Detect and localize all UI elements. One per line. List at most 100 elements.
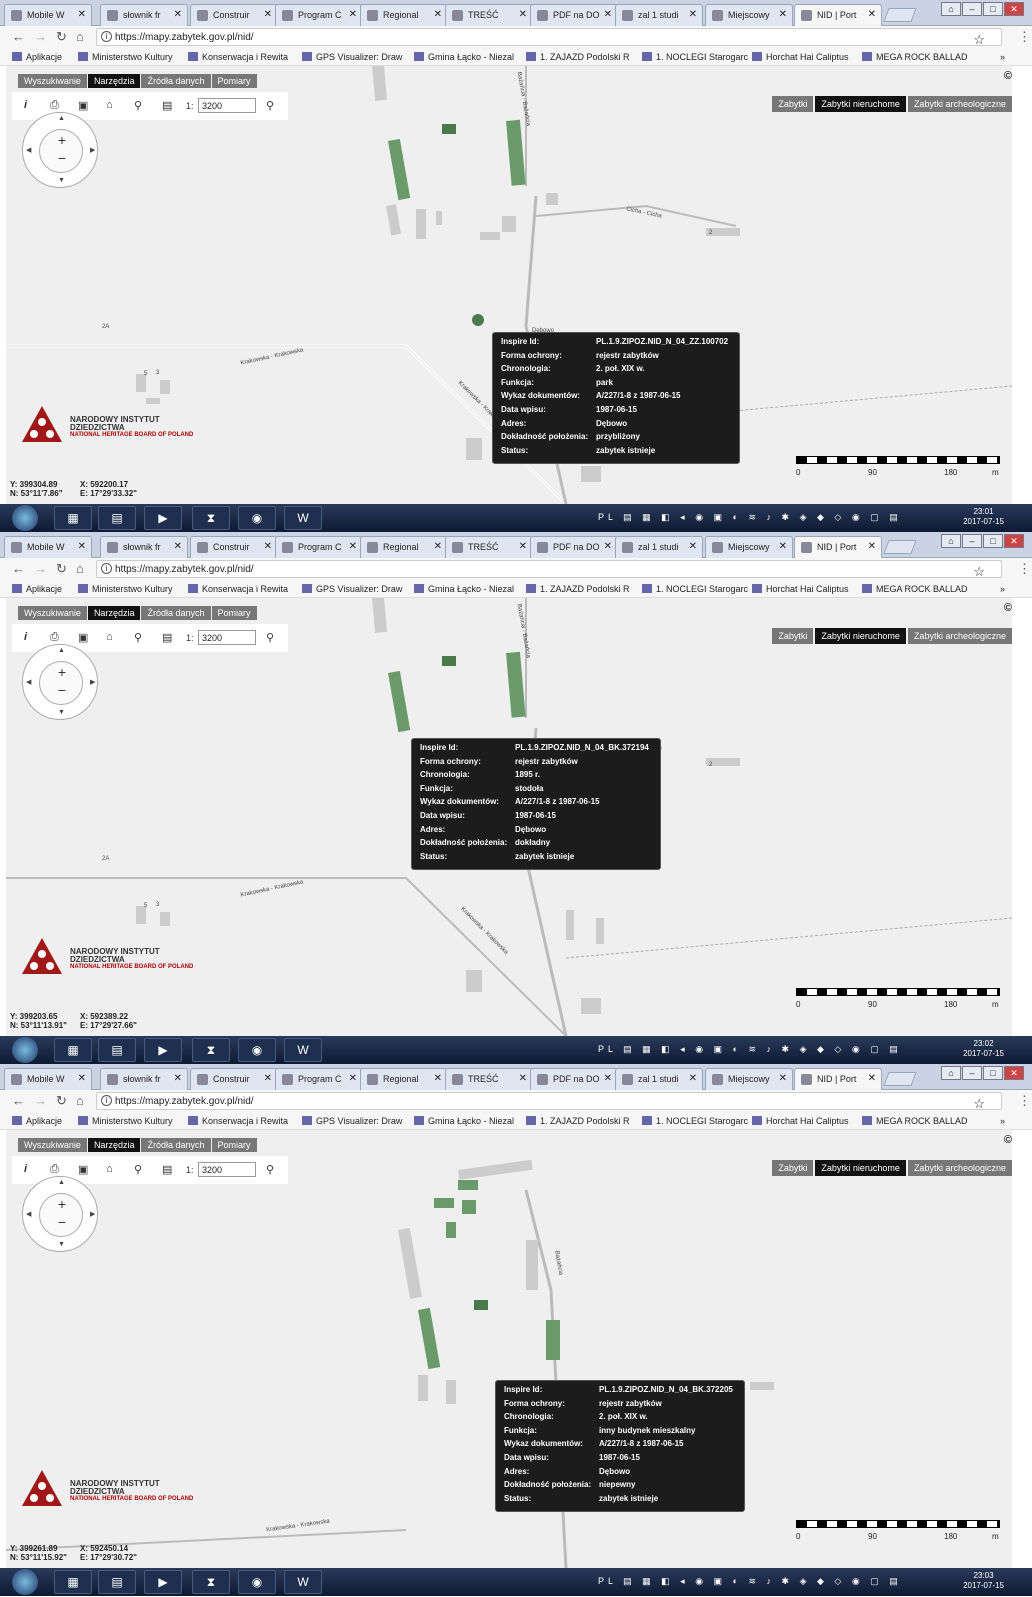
bookmark-item[interactable]: 1. ZAJAZD Podolski R	[526, 1116, 630, 1126]
back-icon[interactable]: ←	[12, 561, 25, 576]
browser-tab[interactable]: Mobile W ✕	[4, 1068, 92, 1090]
back-icon[interactable]: ←	[12, 29, 25, 44]
taskbar-app-icon[interactable]: ▤	[98, 1038, 136, 1062]
new-tab-button[interactable]	[883, 8, 917, 22]
close-window-icon[interactable]: ✕	[1004, 1066, 1024, 1080]
bookmark-item[interactable]: Aplikacje	[12, 52, 62, 62]
taskbar-app-icon[interactable]: ⧗	[192, 1038, 230, 1062]
chrome-icon[interactable]: ◉	[238, 1570, 276, 1594]
map-tab[interactable]: Narzędzia	[87, 74, 141, 88]
close-tab-icon[interactable]: ✕	[779, 9, 787, 20]
chrome-icon[interactable]: ◉	[238, 506, 276, 530]
home-extent-icon[interactable]: ⌂	[106, 99, 113, 111]
pan-right-icon[interactable]: ▶	[90, 1210, 95, 1218]
browser-tab[interactable]: NID | Port ✕	[794, 1068, 882, 1091]
pan-left-icon[interactable]: ◀	[26, 678, 31, 686]
print-icon[interactable]: ⎙	[50, 1163, 59, 1176]
more-bookmarks[interactable]: »	[1000, 584, 1005, 594]
save-icon[interactable]: ▣	[78, 1163, 88, 1176]
bookmark-item[interactable]: MEGA ROCK BALLAD	[862, 584, 968, 594]
bookmark-item[interactable]: 1. ZAJAZD Podolski R	[526, 584, 630, 594]
map-tab[interactable]: Źródła danych	[141, 1138, 211, 1152]
zoom-out-icon[interactable]: −	[40, 682, 84, 698]
info-icon[interactable]: i	[101, 1095, 112, 1106]
info-icon[interactable]: i	[101, 563, 112, 574]
close-tab-icon[interactable]: ✕	[434, 1073, 442, 1084]
browser-tab[interactable]: zal 1 studi ✕	[615, 4, 703, 26]
browser-tab[interactable]: Miejscowy ✕	[705, 536, 793, 558]
close-tab-icon[interactable]: ✕	[434, 9, 442, 20]
browser-tab[interactable]: PDF na DO ✕	[530, 1068, 618, 1090]
map-tab[interactable]: Wyszukiwanie	[18, 74, 87, 88]
layer-toggle[interactable]: Zabytki nieruchome	[815, 628, 906, 644]
browser-tab[interactable]: Program C ✕	[275, 1068, 363, 1090]
bookmark-item[interactable]: 1. NOCLEGI Starogarc	[642, 584, 748, 594]
reload-icon[interactable]: ↻	[56, 29, 67, 45]
map-tab[interactable]: Wyszukiwanie	[18, 1138, 87, 1152]
taskbar-app-icon[interactable]: ⧗	[192, 1570, 230, 1594]
forward-icon[interactable]: →	[34, 1093, 47, 1108]
home-icon[interactable]: ⌂	[76, 561, 84, 576]
layer-toggle[interactable]: Zabytki	[772, 96, 814, 112]
close-tab-icon[interactable]: ✕	[519, 9, 527, 20]
bookmark-item[interactable]: Konserwacja i Rewita	[188, 52, 288, 62]
taskbar-app-icon[interactable]: ▤	[98, 1570, 136, 1594]
browser-tab[interactable]: Miejscowy ✕	[705, 4, 793, 26]
home-extent-icon[interactable]: ⌂	[106, 631, 113, 643]
layer-toggle[interactable]: Zabytki nieruchome	[815, 1160, 906, 1176]
browser-tab[interactable]: TREŚĆ ✕	[445, 1068, 533, 1090]
start-button[interactable]	[12, 505, 38, 531]
print-icon[interactable]: ⎙	[50, 631, 59, 644]
print-icon[interactable]: ⎙	[50, 99, 59, 112]
map-tab[interactable]: Wyszukiwanie	[18, 606, 87, 620]
url-input[interactable]: i https://mapy.zabytek.gov.pl/nid/ ☆	[96, 560, 1002, 579]
user-icon[interactable]: ⌂	[941, 2, 961, 16]
pan-left-icon[interactable]: ◀	[26, 146, 31, 154]
info-tool-icon[interactable]: i	[24, 631, 27, 643]
bookmark-item[interactable]: Ministerstwo Kultury	[78, 1116, 173, 1126]
close-tab-icon[interactable]: ✕	[78, 9, 86, 20]
bookmark-item[interactable]: Aplikacje	[12, 584, 62, 594]
close-window-icon[interactable]: ✕	[1004, 2, 1024, 16]
browser-tab[interactable]: Miejscowy ✕	[705, 1068, 793, 1090]
reload-icon[interactable]: ↻	[56, 561, 67, 577]
close-tab-icon[interactable]: ✕	[264, 541, 272, 552]
browser-tab[interactable]: TREŚĆ ✕	[445, 536, 533, 558]
bookmark-item[interactable]: GPS Visualizer: Draw	[302, 52, 402, 62]
bookmark-item[interactable]: Aplikacje	[12, 1116, 62, 1126]
browser-tab[interactable]: zal 1 studi ✕	[615, 1068, 703, 1090]
bookmark-item[interactable]: 1. ZAJAZD Podolski R	[526, 52, 630, 62]
browser-tab[interactable]: Mobile W ✕	[4, 536, 92, 558]
map-tab[interactable]: Pomiary	[211, 1138, 257, 1152]
word-icon[interactable]: W	[284, 1570, 322, 1594]
link-icon[interactable]: ⚲	[134, 631, 142, 644]
pan-up-icon[interactable]: ▲	[58, 647, 65, 654]
browser-tab[interactable]: Regional ✕	[360, 1068, 448, 1090]
scale-input[interactable]: 3200	[198, 1162, 256, 1177]
map-viewport[interactable]: Bażańcia Krakowska - Krakowska Dębowo Wy…	[6, 1130, 1012, 1568]
browser-tab[interactable]: słownik fr ✕	[100, 4, 188, 26]
close-window-icon[interactable]: ✕	[1004, 534, 1024, 548]
link-icon[interactable]: ⚲	[134, 1163, 142, 1176]
maximize-icon[interactable]: □	[983, 534, 1003, 548]
pan-down-icon[interactable]: ▼	[58, 1241, 65, 1248]
map-tab[interactable]: Narzędzia	[87, 1138, 141, 1152]
bookmark-item[interactable]: MEGA ROCK BALLAD	[862, 52, 968, 62]
pan-up-icon[interactable]: ▲	[58, 1179, 65, 1186]
taskbar-app-icon[interactable]: ▶	[144, 1570, 182, 1594]
save-icon[interactable]: ▣	[78, 631, 88, 644]
start-button[interactable]	[12, 1569, 38, 1595]
layer-toggle[interactable]: Zabytki archeologiczne	[907, 628, 1012, 644]
user-icon[interactable]: ⌂	[941, 534, 961, 548]
layer-toggle[interactable]: Zabytki	[772, 1160, 814, 1176]
bookmark-item[interactable]: Horchat Hai Caliptus	[752, 1116, 849, 1126]
info-icon[interactable]: i	[101, 31, 112, 42]
home-icon[interactable]: ⌂	[76, 1093, 84, 1108]
close-tab-icon[interactable]: ✕	[779, 1073, 787, 1084]
menu-icon[interactable]: ⋮	[1018, 561, 1031, 577]
bookmark-item[interactable]: GPS Visualizer: Draw	[302, 584, 402, 594]
word-icon[interactable]: W	[284, 1038, 322, 1062]
browser-tab[interactable]: PDF na DO ✕	[530, 4, 618, 26]
map-tab[interactable]: Narzędzia	[87, 606, 141, 620]
bookmark-item[interactable]: Gmina Łącko - Niezal	[414, 584, 514, 594]
